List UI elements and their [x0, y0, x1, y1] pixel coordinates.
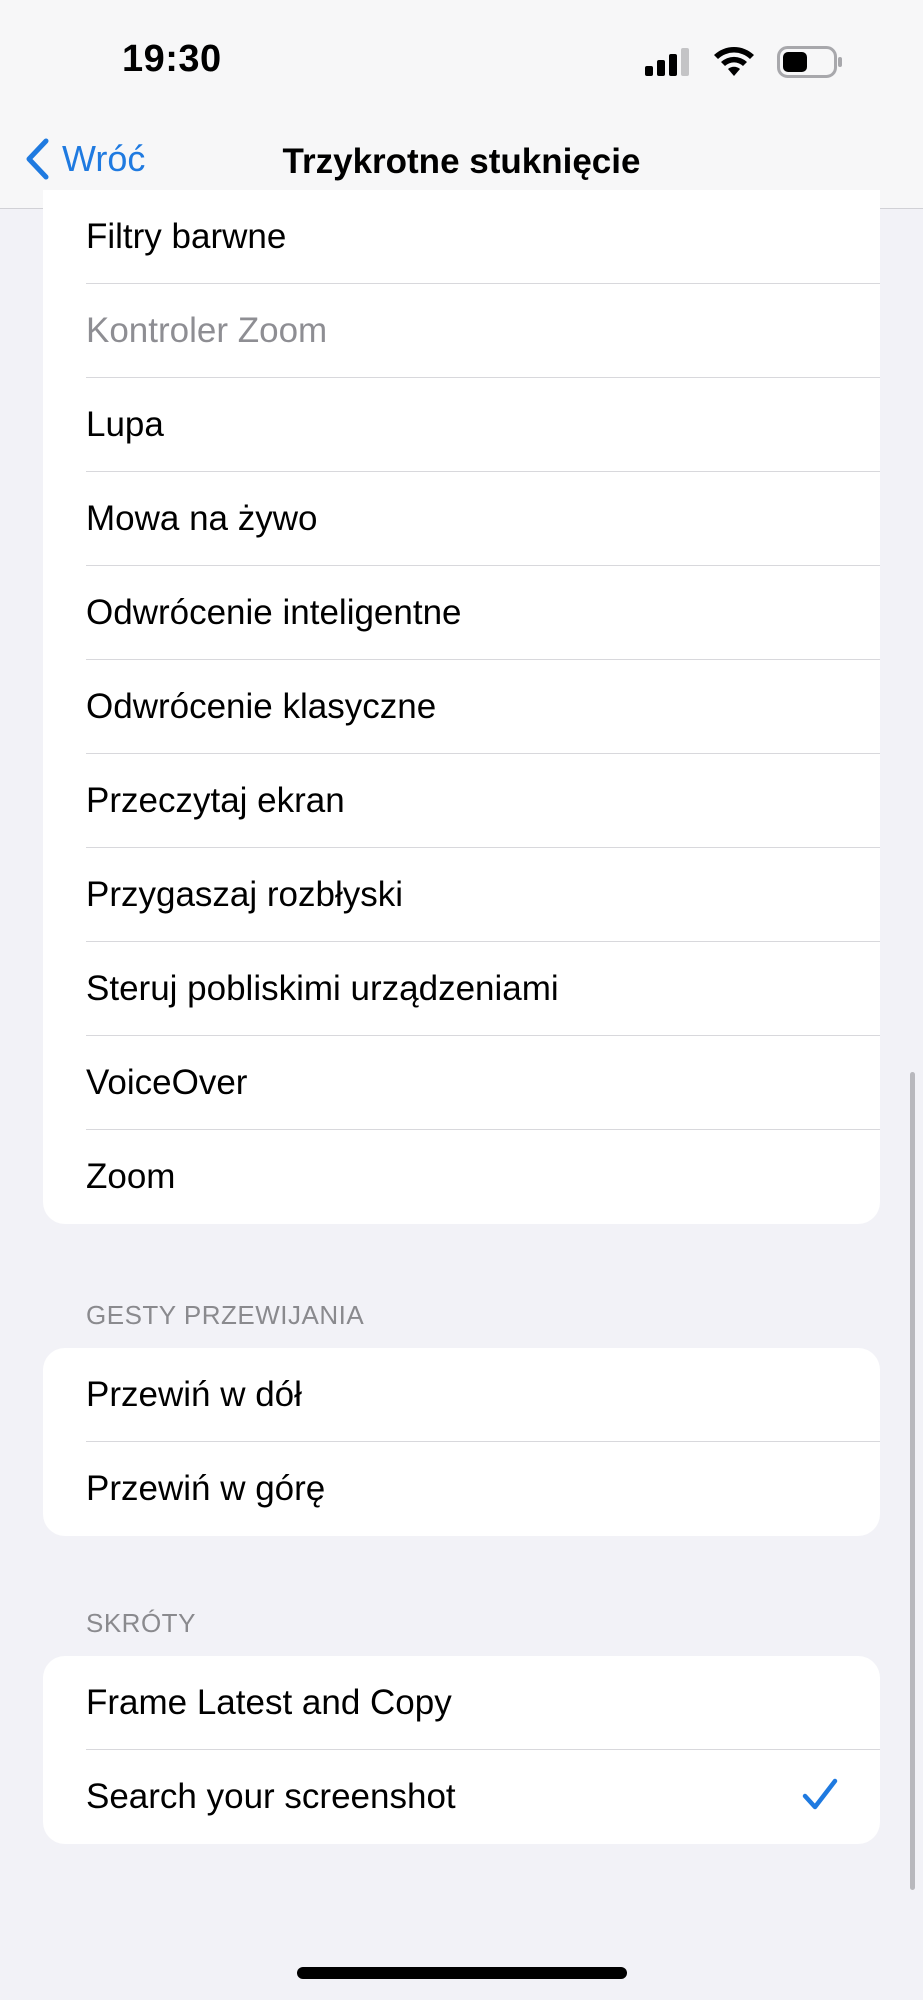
page-title: Trzykrotne stuknięcie	[282, 142, 641, 181]
list-item-label: Zoom	[86, 1157, 176, 1196]
status-time: 19:30	[122, 38, 222, 80]
list-item-label: Search your screenshot	[86, 1777, 456, 1816]
wifi-icon	[714, 47, 754, 76]
list-item-odwrocenie-inteligentne[interactable]: Odwrócenie inteligentne	[43, 566, 880, 660]
list-item-label: Odwrócenie inteligentne	[86, 593, 462, 632]
list-item-frame-latest-and-copy[interactable]: Frame Latest and Copy	[43, 1656, 880, 1750]
list-item-label: Przeczytaj ekran	[86, 781, 345, 820]
list-item-label: Frame Latest and Copy	[86, 1683, 452, 1722]
status-icons	[645, 46, 843, 78]
list-item-label: Lupa	[86, 405, 164, 444]
list-item-mowa-na-zywo[interactable]: Mowa na żywo	[43, 472, 880, 566]
list-item-label: VoiceOver	[86, 1063, 248, 1102]
home-indicator[interactable]	[297, 1967, 627, 1979]
status-bar: 19:30	[0, 0, 923, 120]
accessibility-features-list: Filtry barwne Kontroler Zoom Lupa Mowa n…	[43, 190, 880, 1224]
list-item-label: Przewiń w górę	[86, 1469, 326, 1508]
section-header-scroll-gestures: GESTY PRZEWIJANIA	[86, 1300, 365, 1330]
list-item-label: Filtry barwne	[86, 217, 287, 256]
scroll-gestures-list: Przewiń w dół Przewiń w górę	[43, 1348, 880, 1536]
list-item-kontroler-zoom: Kontroler Zoom	[43, 284, 880, 378]
shortcuts-list: Frame Latest and Copy Search your screen…	[43, 1656, 880, 1844]
list-item-lupa[interactable]: Lupa	[43, 378, 880, 472]
list-item-label: Przygaszaj rozbłyski	[86, 875, 404, 914]
list-item-przewin-w-dol[interactable]: Przewiń w dół	[43, 1348, 880, 1442]
checkmark-icon	[802, 1778, 838, 1810]
section-header-shortcuts: SKRÓTY	[86, 1608, 196, 1638]
list-item-zoom[interactable]: Zoom	[43, 1130, 880, 1224]
list-item-filtry-barwne[interactable]: Filtry barwne	[43, 190, 880, 284]
battery-icon	[777, 46, 842, 78]
list-item-steruj-pobliskimi-urzadzeniami[interactable]: Steruj pobliskimi urządzeniami	[43, 942, 880, 1036]
list-item-przeczytaj-ekran[interactable]: Przeczytaj ekran	[43, 754, 880, 848]
list-item-label: Przewiń w dół	[86, 1375, 302, 1414]
scroll-indicator[interactable]	[910, 1072, 915, 1890]
list-item-voiceover[interactable]: VoiceOver	[43, 1036, 880, 1130]
list-item-search-your-screenshot[interactable]: Search your screenshot	[43, 1750, 880, 1844]
list-item-label: Kontroler Zoom	[86, 311, 328, 350]
list-item-label: Mowa na żywo	[86, 499, 318, 538]
list-item-przygaszaj-rozblyski[interactable]: Przygaszaj rozbłyski	[43, 848, 880, 942]
list-item-odwrocenie-klasyczne[interactable]: Odwrócenie klasyczne	[43, 660, 880, 754]
list-item-label: Odwrócenie klasyczne	[86, 687, 437, 726]
list-item-przewin-w-gore[interactable]: Przewiń w górę	[43, 1442, 880, 1536]
list-item-label: Steruj pobliskimi urządzeniami	[86, 969, 559, 1008]
cellular-signal-icon	[645, 48, 689, 76]
